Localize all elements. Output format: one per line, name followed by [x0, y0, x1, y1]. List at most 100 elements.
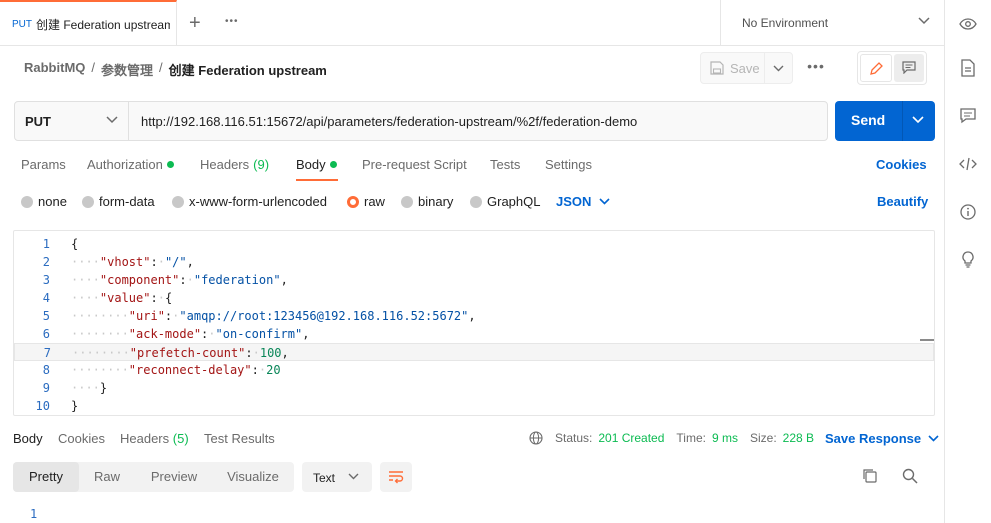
eye-icon[interactable]	[956, 12, 980, 36]
send-button[interactable]: Send	[835, 101, 935, 141]
code-line[interactable]: 2 ····"vhost":·"/",	[14, 253, 934, 271]
code-line[interactable]: 1{	[14, 235, 934, 253]
info-icon[interactable]	[956, 200, 980, 224]
environment-select[interactable]: No Environment	[720, 0, 944, 46]
chevron-down-icon[interactable]	[912, 116, 924, 124]
radio-urlencoded[interactable]: x-www-form-urlencoded	[172, 194, 327, 209]
lightbulb-icon[interactable]	[956, 247, 980, 271]
response-view-selector: Pretty Raw Preview Visualize	[13, 462, 294, 492]
response-tab-headers[interactable]: Headers (5)	[120, 431, 189, 446]
wrap-icon	[388, 470, 404, 484]
tab-more-button[interactable]: •••	[225, 16, 239, 27]
method-select[interactable]: PUT	[15, 102, 129, 140]
line-number: 6	[42, 327, 50, 341]
response-format-value: Text	[313, 471, 336, 485]
edit-mode-button[interactable]	[860, 54, 892, 82]
line-content: {	[71, 237, 79, 251]
status-label: Status:	[555, 431, 593, 445]
pencil-icon	[869, 61, 884, 76]
globe-icon[interactable]	[529, 431, 543, 445]
radio-graphql[interactable]: GraphQL	[470, 194, 540, 209]
tab-headers[interactable]: Headers (9)	[200, 157, 269, 172]
format-value: JSON	[556, 194, 592, 209]
status-dot	[329, 161, 337, 168]
tab-method: PUT	[12, 18, 32, 30]
tab-params[interactable]: Params	[21, 157, 66, 172]
send-label: Send	[851, 112, 886, 128]
radio-raw-label: raw	[364, 194, 385, 209]
code-line[interactable]: 7 ········"prefetch-count":·100,	[14, 343, 934, 361]
save-response-label: Save Response	[825, 431, 922, 446]
url-input[interactable]: http://192.168.116.51:15672/api/paramete…	[141, 114, 637, 129]
page-title[interactable]: 创建 Federation upstream	[169, 60, 327, 79]
comments-icon[interactable]	[956, 104, 980, 128]
code-line[interactable]: 8 ········"reconnect-delay":·20	[14, 361, 934, 379]
save-response-button[interactable]: Save Response	[825, 431, 939, 446]
chevron-down-icon	[599, 198, 610, 205]
response-tab-test-results[interactable]: Test Results	[204, 431, 275, 446]
radio-form-data[interactable]: form-data	[82, 194, 155, 209]
format-select[interactable]: JSON	[556, 194, 610, 209]
chevron-down-icon	[928, 435, 939, 442]
body-editor[interactable]: 1{2 ····"vhost":·"/", 3 ····"component":·"f…	[13, 230, 935, 416]
more-actions-button[interactable]: •••	[804, 58, 828, 78]
line-number: 9	[42, 381, 50, 395]
comment-mode-button[interactable]	[894, 54, 924, 82]
view-preview-button[interactable]: Preview	[135, 462, 213, 492]
response-format-select[interactable]: Text	[302, 462, 372, 492]
size-value[interactable]: 228 B	[783, 431, 814, 445]
search-icon[interactable]	[902, 468, 918, 484]
line-number: 8	[42, 363, 50, 377]
code-icon[interactable]	[956, 152, 980, 176]
documentation-icon[interactable]	[956, 56, 980, 80]
tab-body[interactable]: Body	[296, 157, 337, 172]
line-content: ····}	[71, 381, 108, 395]
response-tab-body[interactable]: Body	[13, 431, 43, 446]
view-visualize-button[interactable]: Visualize	[213, 462, 293, 492]
view-raw-button[interactable]: Raw	[79, 462, 135, 492]
active-tab-indicator	[296, 179, 338, 181]
chevron-down-icon	[918, 17, 930, 25]
new-tab-button[interactable]: +	[189, 12, 201, 35]
code-line[interactable]: 9 ····}	[14, 379, 934, 397]
view-pretty-button[interactable]: Pretty	[13, 462, 79, 492]
time-label: Time:	[676, 431, 706, 445]
code-line[interactable]: 5 ········"uri":·"amqp://root:123456@192.…	[14, 307, 934, 325]
response-tab-cookies[interactable]: Cookies	[58, 431, 105, 446]
wrap-lines-button[interactable]	[380, 462, 412, 492]
scrollbar-marker[interactable]	[920, 339, 934, 341]
line-number: 2	[42, 255, 50, 269]
code-line[interactable]: 6 ········"ack-mode":·"on-confirm",	[14, 325, 934, 343]
line-content: ····"value":·{	[71, 291, 173, 305]
breadcrumb-collection[interactable]: RabbitMQ	[24, 60, 85, 79]
tab-prerequest-script[interactable]: Pre-request Script	[362, 157, 467, 172]
status-badge[interactable]: 201 Created	[598, 431, 664, 445]
code-line[interactable]: 3 ····"component":·"federation",	[14, 271, 934, 289]
cookies-link[interactable]: Cookies	[876, 157, 927, 172]
radio-raw[interactable]: raw	[347, 194, 385, 209]
chevron-down-icon[interactable]	[773, 65, 784, 72]
tab-bar: PUT 创建 Federation upstream + ••• No Envi…	[0, 0, 944, 46]
tab-settings[interactable]: Settings	[545, 157, 592, 172]
breadcrumb-folder[interactable]: 参数管理	[101, 60, 153, 79]
breadcrumb: RabbitMQ / 参数管理 / 创建 Federation upstream	[24, 60, 327, 79]
radio-form-data-label: form-data	[99, 194, 155, 209]
code-line[interactable]: 10}	[14, 397, 934, 415]
radio-circle	[21, 195, 33, 208]
breadcrumb-separator: /	[91, 60, 96, 75]
status-dot	[166, 161, 174, 168]
radio-binary-label: binary	[418, 194, 454, 209]
line-number: 4	[42, 291, 50, 305]
tab-authorization[interactable]: Authorization	[87, 157, 174, 172]
copy-icon[interactable]	[862, 468, 878, 484]
tab-tests[interactable]: Tests	[490, 157, 520, 172]
request-tab[interactable]: PUT 创建 Federation upstream	[0, 0, 177, 46]
radio-urlencoded-label: x-www-form-urlencoded	[189, 194, 327, 209]
radio-none[interactable]: none	[21, 194, 67, 209]
time-value[interactable]: 9 ms	[712, 431, 738, 445]
line-number: 7	[43, 346, 51, 360]
save-button[interactable]: Save	[700, 52, 793, 84]
beautify-button[interactable]: Beautify	[877, 194, 928, 209]
code-line[interactable]: 4 ····"value":·{	[14, 289, 934, 307]
radio-binary[interactable]: binary	[401, 194, 453, 209]
